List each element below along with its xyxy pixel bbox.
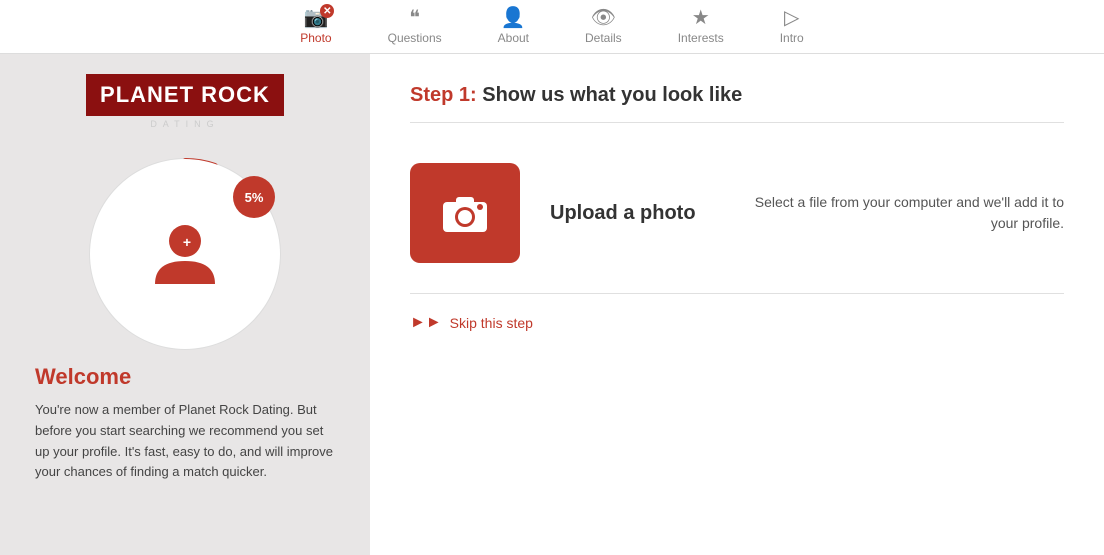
step-number: Step 1: bbox=[410, 84, 477, 106]
nav-item-photo[interactable]: 📷 ✕ Photo bbox=[272, 0, 359, 53]
nav-item-questions[interactable]: ❝ Questions bbox=[360, 0, 470, 53]
nav-label-questions: Questions bbox=[388, 31, 442, 45]
nav-item-intro[interactable]: ▷ Intro bbox=[752, 0, 832, 53]
step-title: Step 1: Show us what you look like bbox=[410, 84, 1064, 107]
nav-label-details: Details bbox=[585, 31, 622, 45]
user-avatar-icon: + bbox=[150, 219, 220, 289]
logo-container: PLANET ROCK DATING bbox=[86, 74, 284, 129]
welcome-section: Welcome You're now a member of Planet Ro… bbox=[25, 364, 345, 483]
camera-icon bbox=[440, 192, 490, 234]
progress-badge: 5% bbox=[233, 176, 275, 218]
nav-label-about: About bbox=[498, 31, 529, 45]
skip-step-link[interactable]: Skip this step bbox=[450, 315, 533, 331]
main-content: PLANET ROCK DATING + 5% bbox=[0, 54, 1104, 555]
svg-text:+: + bbox=[183, 234, 191, 250]
nav-item-details[interactable]: 👁 Details bbox=[557, 0, 650, 53]
top-navigation: 📷 ✕ Photo ❝ Questions 👤 About 👁 Details … bbox=[0, 0, 1104, 54]
intro-nav-icon: ▷ bbox=[784, 8, 799, 28]
upload-section: Upload a photo Select a file from your c… bbox=[410, 143, 1064, 294]
questions-nav-icon: ❝ bbox=[409, 8, 420, 28]
welcome-title: Welcome bbox=[35, 364, 335, 390]
right-content: Step 1: Show us what you look like Uploa… bbox=[370, 54, 1104, 555]
photo-icon-wrapper: 📷 ✕ bbox=[303, 8, 328, 28]
nav-label-intro: Intro bbox=[780, 31, 804, 45]
upload-description: Select a file from your computer and we'… bbox=[740, 192, 1064, 234]
details-nav-icon: 👁 bbox=[591, 8, 616, 28]
about-nav-icon: 👤 bbox=[501, 8, 526, 28]
photo-error-badge: ✕ bbox=[320, 4, 334, 18]
upload-photo-button[interactable] bbox=[410, 163, 520, 263]
nav-label-interests: Interests bbox=[678, 31, 724, 45]
nav-item-about[interactable]: 👤 About bbox=[470, 0, 557, 53]
skip-icon: ►► bbox=[410, 314, 442, 332]
step-description: Show us what you look like bbox=[482, 84, 742, 106]
welcome-text: You're now a member of Planet Rock Datin… bbox=[35, 400, 335, 483]
upload-label: Upload a photo bbox=[550, 202, 710, 225]
sidebar: PLANET ROCK DATING + 5% bbox=[0, 54, 370, 555]
interests-nav-icon: ★ bbox=[692, 8, 710, 28]
step-header: Step 1: Show us what you look like bbox=[410, 84, 1064, 123]
nav-item-interests[interactable]: ★ Interests bbox=[650, 0, 752, 53]
logo-subtitle: DATING bbox=[86, 119, 284, 129]
progress-circle: + 5% bbox=[85, 154, 285, 354]
logo-box: PLANET ROCK bbox=[86, 74, 284, 116]
nav-label-photo: Photo bbox=[300, 31, 331, 45]
logo-text: PLANET ROCK bbox=[100, 82, 270, 108]
skip-section: ►► Skip this step bbox=[410, 294, 1064, 352]
